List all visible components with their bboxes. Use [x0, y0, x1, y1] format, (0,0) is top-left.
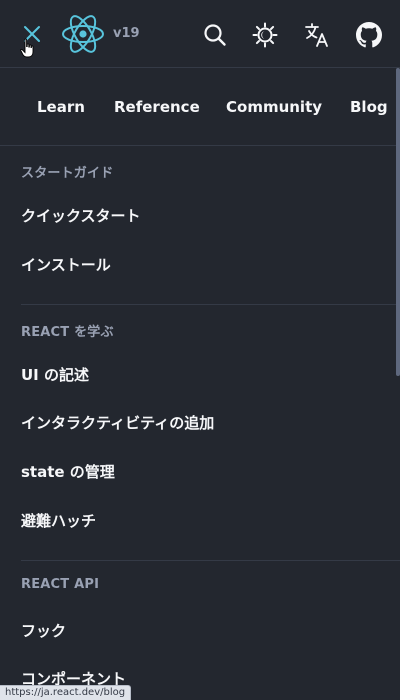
tab-reference[interactable]: Reference [114, 98, 200, 116]
search-icon[interactable] [202, 22, 228, 48]
sidebar-item-escape-hatches[interactable]: 避難ハッチ [21, 510, 96, 531]
sidebar-item-installation[interactable]: インストール [21, 254, 111, 275]
scrollbar-thumb[interactable] [396, 68, 400, 376]
status-bar-url: https://ja.react.dev/blog [0, 685, 132, 700]
github-icon[interactable] [356, 22, 382, 48]
top-navigation: Learn Reference Community Blog [0, 68, 400, 146]
section-divider [21, 560, 400, 561]
sidebar-item-hooks[interactable]: フック [21, 620, 66, 641]
sidebar-item-describing-ui[interactable]: UI の記述 [21, 364, 89, 385]
section-divider [21, 304, 400, 305]
section-title-get-started: スタートガイド [21, 166, 114, 181]
version-label: v19 [113, 26, 140, 41]
sidebar-item-adding-interactivity[interactable]: インタラクティビティの追加 [21, 412, 214, 433]
tab-learn[interactable]: Learn [37, 98, 85, 116]
sidebar-item-managing-state[interactable]: state の管理 [21, 461, 115, 482]
section-title-react-api: REACT API [21, 577, 100, 592]
header: v19 [0, 0, 400, 68]
page: v19 Learn Reference Community Blog スタートガ… [0, 0, 400, 700]
sidebar-item-quick-start[interactable]: クイックスタート [21, 205, 141, 226]
close-icon[interactable] [18, 20, 46, 48]
section-title-learn-react: REACT を学ぶ [21, 325, 114, 340]
tab-blog[interactable]: Blog [350, 98, 388, 116]
react-logo[interactable] [60, 12, 106, 56]
theme-toggle-icon[interactable] [252, 22, 278, 48]
language-icon[interactable] [304, 22, 330, 48]
tab-community[interactable]: Community [226, 98, 322, 116]
